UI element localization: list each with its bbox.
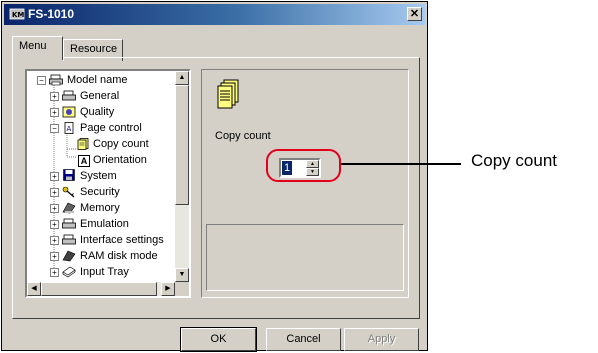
horizontal-scroll-thumb[interactable] [41, 282, 157, 296]
tree-item-label: Interface settings [80, 234, 164, 246]
printer-icon [62, 90, 76, 101]
app-logo-icon: KM [9, 8, 24, 20]
key-icon [62, 186, 75, 198]
copy-count-label: Copy count [215, 130, 271, 142]
tree-item-label: Emulation [80, 218, 129, 230]
cancel-button[interactable]: Cancel [266, 328, 341, 351]
tree-item-label: Security [80, 186, 120, 198]
ram-disk-icon [62, 250, 76, 262]
ok-button-label: OK [210, 333, 227, 345]
window-title: FS-1010 [28, 7, 75, 21]
printer-settings-dialog: KM FS-1010 ✕ Menu Resource − Model name … [1, 1, 428, 352]
copy-document-icon [77, 138, 89, 150]
expand-toggle[interactable]: + [50, 220, 59, 229]
copy-document-icon [217, 79, 239, 109]
svg-text:KM: KM [12, 11, 24, 19]
expand-toggle[interactable]: + [50, 252, 59, 261]
printer-icon [49, 74, 63, 86]
tree-item-label: System [80, 170, 117, 182]
expand-toggle[interactable]: + [50, 92, 59, 101]
expand-toggle[interactable]: + [50, 268, 59, 277]
cancel-button-label: Cancel [286, 333, 321, 345]
svg-text:A: A [67, 125, 72, 133]
close-button[interactable]: ✕ [407, 7, 422, 21]
input-tray-icon [62, 266, 76, 278]
tree-item-label: General [80, 90, 120, 102]
expand-toggle[interactable]: + [50, 204, 59, 213]
tab-resource-label: Resource [70, 43, 118, 55]
printer-icon [62, 218, 76, 229]
tree-item-label: Model name [67, 74, 128, 86]
apply-button-label: Apply [367, 333, 396, 345]
scroll-corner [175, 282, 189, 296]
callout-highlight-ring [266, 149, 341, 182]
scroll-left-arrow-icon[interactable]: ◀ [27, 282, 41, 296]
scroll-right-arrow-icon[interactable]: ▶ [161, 282, 175, 296]
tree-item-label: RAM disk mode [80, 250, 158, 262]
title-bar[interactable]: KM FS-1010 ✕ [4, 4, 425, 25]
memory-icon [62, 202, 76, 214]
callout-label: Copy count [471, 151, 557, 170]
tree-item-label: Input Tray [80, 266, 129, 278]
scroll-up-arrow-icon[interactable]: ▲ [175, 71, 189, 85]
expand-toggle[interactable]: + [50, 108, 59, 117]
tree-item-label: Page control [80, 122, 142, 134]
tab-menu[interactable]: Menu [12, 36, 63, 60]
tree-item-label: Copy count [93, 138, 149, 150]
tab-menu-label: Menu [19, 40, 47, 52]
expand-toggle[interactable]: + [50, 236, 59, 245]
vertical-scroll-thumb[interactable] [175, 85, 189, 205]
tree-item-label: Memory [80, 202, 120, 214]
scroll-down-arrow-icon[interactable]: ▼ [175, 268, 189, 282]
description-box [206, 224, 404, 291]
tree-vertical-scrollbar[interactable]: ▲ ▼ [175, 71, 189, 282]
quality-icon [62, 106, 76, 118]
floppy-disk-icon [63, 169, 75, 181]
callout-leader-line [341, 163, 461, 165]
tree-item-label: Quality [80, 106, 115, 118]
printer-icon [62, 234, 76, 245]
orientation-icon: A [78, 155, 90, 167]
collapse-toggle[interactable]: − [50, 124, 59, 133]
apply-button: Apply [344, 328, 419, 351]
settings-tree[interactable]: − Model name + General + Quality − A Pag… [25, 69, 191, 298]
expand-toggle[interactable]: + [50, 188, 59, 197]
page-control-icon: A [64, 122, 74, 134]
tree-item-label: Orientation [93, 154, 147, 166]
tree-horizontal-scrollbar[interactable]: ◀ ▶ [27, 282, 175, 296]
ok-button[interactable]: OK [180, 327, 257, 352]
collapse-toggle[interactable]: − [37, 76, 46, 85]
expand-toggle[interactable]: + [50, 172, 59, 181]
